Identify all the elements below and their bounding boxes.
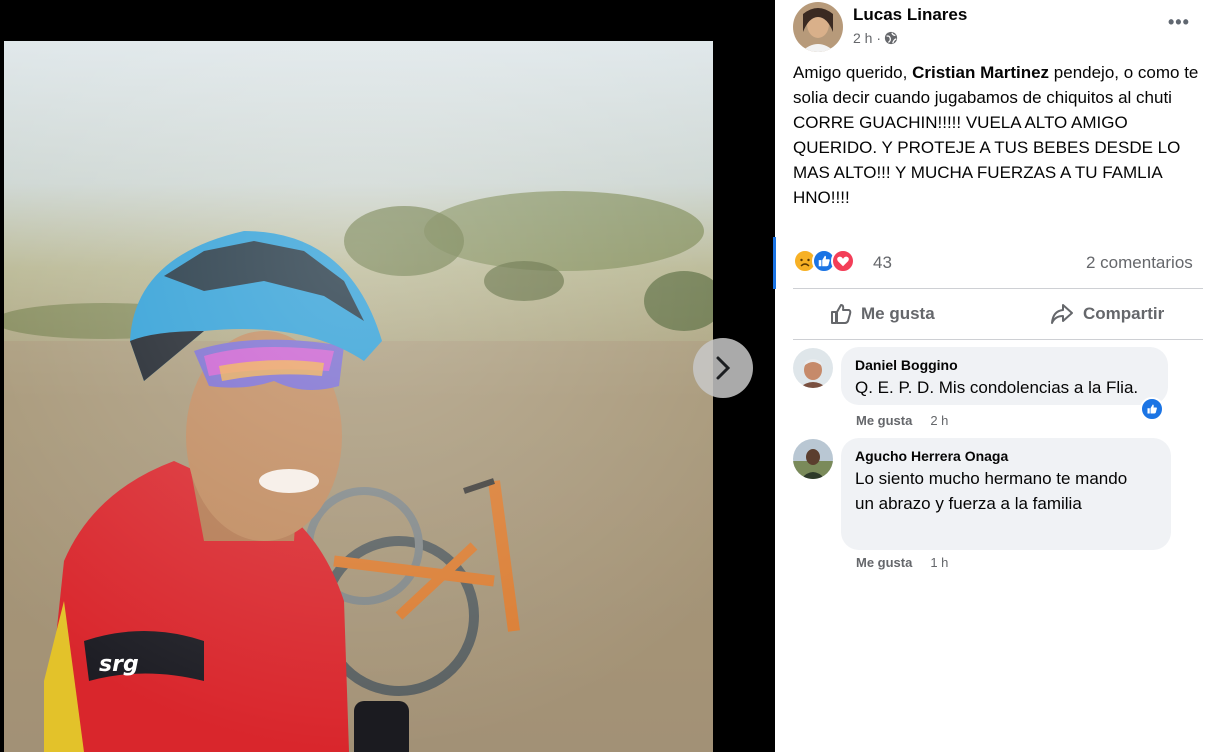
comment-text: Q. E. P. D. Mis condolencias a la Flia. — [855, 378, 1139, 397]
globe-icon — [884, 31, 898, 45]
commenter-avatar-image — [793, 439, 833, 479]
chevron-right-icon — [716, 356, 731, 380]
reactions-summary[interactable] — [793, 249, 855, 273]
comments-count[interactable]: 2 comentarios — [1086, 253, 1193, 273]
scroll-indicator — [773, 237, 776, 289]
commenter-name[interactable]: Agucho Herrera Onaga — [855, 446, 1157, 466]
commenter-name[interactable]: Daniel Boggino — [855, 355, 1154, 375]
mention-link[interactable]: Cristian Martinez — [912, 63, 1049, 82]
share-button[interactable]: Compartir — [1049, 302, 1164, 326]
author-avatar-image — [793, 2, 843, 52]
post-text-start: Amigo querido, — [793, 63, 913, 82]
comment-time[interactable]: 1 h — [930, 555, 948, 570]
like-label: Me gusta — [861, 304, 935, 323]
reaction-count[interactable]: 43 — [873, 253, 892, 273]
divider — [793, 339, 1203, 340]
comment-text: Lo siento mucho hermano te mando un abra… — [855, 469, 1128, 513]
post-meta: 2 h · — [853, 30, 898, 46]
comment-actions: Me gusta 2 h — [856, 413, 948, 428]
comment-like-button[interactable]: Me gusta — [856, 413, 912, 428]
thumbs-up-icon — [831, 304, 852, 324]
comment-bubble: Daniel Boggino Q. E. P. D. Mis condolenc… — [841, 347, 1168, 405]
comment-like-button[interactable]: Me gusta — [856, 555, 912, 570]
post-photo[interactable]: srg — [4, 41, 713, 752]
comment-actions: Me gusta 1 h — [856, 555, 948, 570]
comment-time[interactable]: 2 h — [930, 413, 948, 428]
like-button[interactable]: Me gusta — [829, 302, 935, 326]
post-text: Amigo querido, Cristian Martinez pendejo… — [793, 60, 1201, 210]
comment-bubble: Agucho Herrera Onaga Lo siento mucho her… — [841, 438, 1171, 550]
comment-like-badge[interactable] — [1140, 397, 1164, 421]
more-options-icon: ••• — [1168, 12, 1190, 32]
share-label: Compartir — [1083, 304, 1165, 323]
next-photo-button[interactable] — [693, 338, 753, 398]
like-reaction-icon — [1147, 404, 1157, 414]
author-name[interactable]: Lucas Linares — [853, 5, 967, 25]
commenter-avatar[interactable] — [793, 348, 833, 388]
love-reaction-icon — [831, 249, 855, 273]
more-options-button[interactable]: ••• — [1168, 12, 1190, 33]
post-time[interactable]: 2 h · — [853, 30, 881, 46]
divider — [793, 288, 1203, 289]
share-icon — [1051, 304, 1073, 324]
author-avatar[interactable] — [793, 2, 843, 52]
cyclist-selfie-image: srg — [4, 41, 713, 752]
commenter-avatar-image — [793, 348, 833, 388]
post-text-rest: pendejo, o como te solia decir cuando ju… — [793, 63, 1199, 207]
photo-viewer: srg — [0, 0, 775, 752]
commenter-avatar[interactable] — [793, 439, 833, 479]
